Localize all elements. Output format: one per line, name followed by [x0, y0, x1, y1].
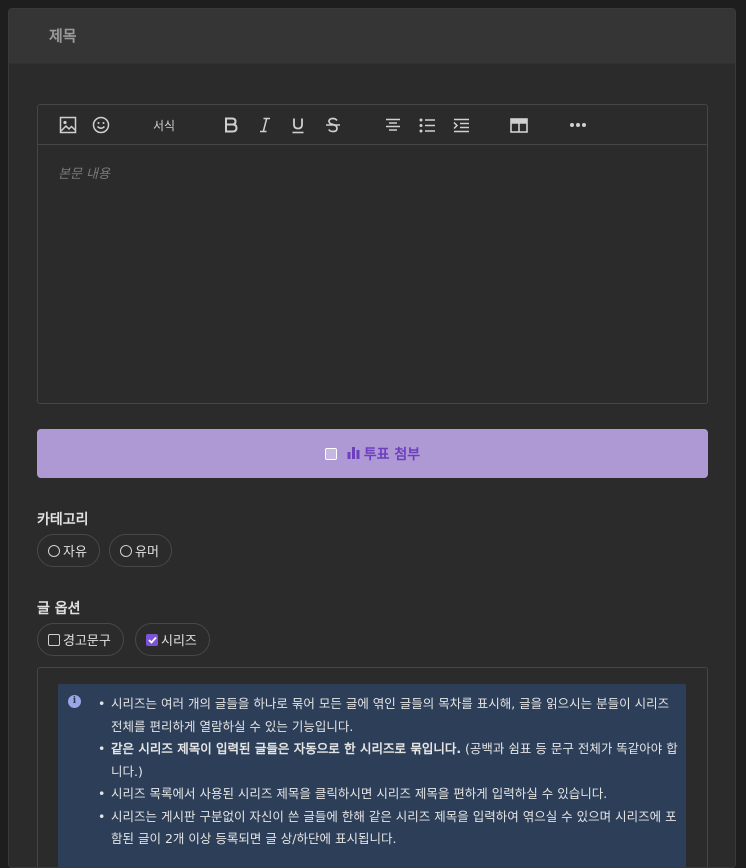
post-editor-panel: 서식: [8, 8, 736, 868]
option-series[interactable]: 시리즈: [135, 623, 210, 656]
list-item: 시리즈는 여러 개의 글들을 하나로 묶어 모든 글에 엮인 글들의 목차를 표…: [98, 693, 678, 738]
category-option-label: 유머: [135, 545, 159, 560]
series-info-list: 시리즈는 여러 개의 글들을 하나로 묶어 모든 글에 엮인 글들의 목차를 표…: [98, 693, 678, 851]
bullet-list-icon[interactable]: [417, 113, 437, 137]
checkbox-checked-icon[interactable]: [146, 633, 158, 646]
poll-label: 투표 첨부: [363, 446, 421, 463]
radio-icon[interactable]: [120, 544, 132, 557]
image-icon[interactable]: [57, 113, 79, 137]
radio-icon[interactable]: [48, 544, 60, 557]
editor-body[interactable]: 본문 내용: [38, 145, 707, 403]
category-label: 카테고리: [37, 512, 89, 528]
list-item: 같은 시리즈 제목이 입력된 글들은 자동으로 한 시리즈로 묶입니다. (공백…: [98, 738, 678, 783]
emoji-icon[interactable]: [90, 113, 112, 137]
attach-poll-button[interactable]: 투표 첨부: [37, 429, 708, 478]
format-label: 서식: [152, 118, 176, 133]
title-input[interactable]: [49, 27, 649, 45]
table-icon[interactable]: [508, 113, 530, 137]
poll-checkbox[interactable]: [324, 447, 337, 460]
underline-icon[interactable]: [288, 113, 308, 137]
series-info-box: i 시리즈는 여러 개의 글들을 하나로 묶어 모든 글에 엮인 글들의 목차를…: [58, 684, 686, 867]
strikethrough-icon[interactable]: [323, 113, 343, 137]
bold-icon[interactable]: [221, 113, 241, 137]
list-item: 시리즈는 게시판 구분없이 자신이 쓴 글들에 한해 같은 시리즈 제목을 입력…: [98, 806, 678, 851]
list-item: 시리즈 목록에서 사용된 시리즈 제목을 클릭하시면 시리즈 제목을 편하게 입…: [98, 783, 678, 806]
rich-text-editor: 서식 본문 내용: [37, 104, 708, 404]
editor-placeholder: 본문 내용: [58, 167, 110, 182]
info-icon: i: [68, 695, 81, 708]
checkbox-icon[interactable]: [48, 633, 60, 646]
italic-icon[interactable]: [255, 113, 275, 137]
option-label: 경고문구: [63, 634, 111, 649]
title-bar: [9, 9, 735, 64]
series-section: i 시리즈는 여러 개의 글들을 하나로 묶어 모든 글에 엮인 글들의 목차를…: [37, 667, 708, 867]
post-options-label: 글 옵션: [37, 601, 81, 617]
bar-chart-icon: [347, 444, 360, 463]
emphasis-text: 같은 시리즈 제목이 입력된 글들은 자동으로 한 시리즈로 묶입니다.: [111, 741, 462, 756]
align-center-icon[interactable]: [383, 113, 403, 137]
option-warning[interactable]: 경고문구: [37, 623, 124, 656]
category-option-label: 자유: [63, 545, 87, 560]
format-dropdown[interactable]: 서식: [144, 113, 184, 137]
category-option-free[interactable]: 자유: [37, 534, 100, 567]
editor-toolbar: 서식: [38, 105, 707, 145]
option-label: 시리즈: [161, 634, 197, 649]
category-option-humor[interactable]: 유머: [109, 534, 172, 567]
more-icon[interactable]: [567, 113, 589, 137]
indent-icon[interactable]: [451, 113, 471, 137]
